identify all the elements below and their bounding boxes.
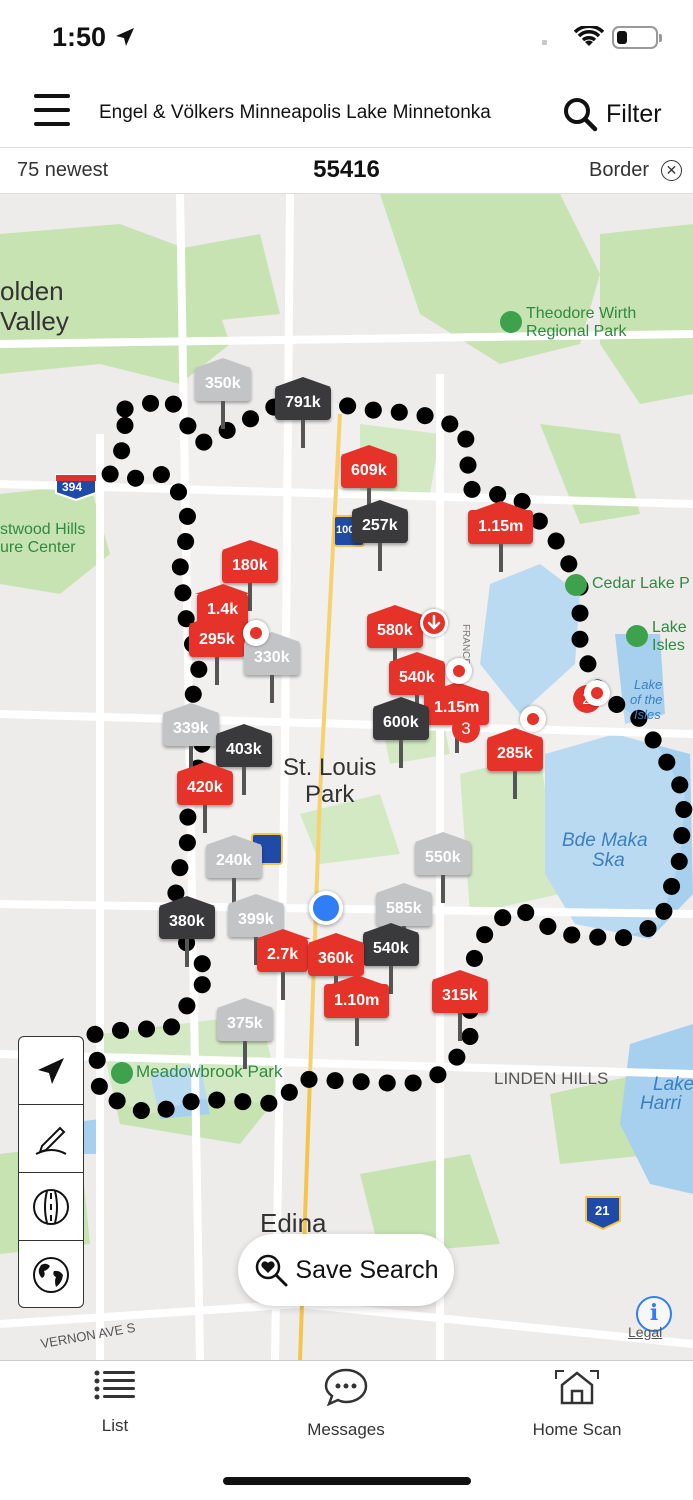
listing-pin[interactable]: 350k [194, 358, 251, 429]
listing-pin[interactable]: 180k [221, 540, 278, 611]
listing-pin[interactable]: 295k [188, 614, 245, 685]
listing-pin[interactable]: 550k [414, 832, 471, 903]
open-house-marker[interactable] [520, 706, 546, 732]
park-icon [111, 1062, 133, 1084]
cluster-count-badge[interactable]: 3 [452, 715, 480, 743]
open-house-marker[interactable] [584, 680, 610, 706]
locate-me-button[interactable] [19, 1037, 83, 1105]
listing-pin[interactable]: 375k [216, 998, 273, 1069]
place-ska: Ska [592, 850, 625, 871]
clear-border-icon[interactable]: ✕ [661, 160, 682, 181]
listing-pin[interactable]: 339k [162, 703, 219, 774]
listing-pin[interactable]: 380k [158, 896, 215, 967]
park-icon [500, 311, 522, 333]
listing-pin[interactable]: 360k [307, 933, 364, 1004]
current-location-dot [309, 891, 343, 925]
status-time: 1:50 [52, 22, 107, 52]
place-lake-isles-2: Isles [652, 637, 685, 654]
navigation-arrow-icon [38, 1057, 64, 1084]
tab-messages-label: Messages [307, 1420, 385, 1439]
save-search-label: Save Search [295, 1255, 439, 1284]
open-house-marker[interactable] [446, 658, 472, 684]
highway-21: 21 [595, 1203, 610, 1218]
listing-pin[interactable]: 540k [362, 923, 419, 994]
wifi-icon [574, 26, 604, 46]
place-valley: Valley [0, 306, 69, 336]
listing-pin[interactable]: 791k [274, 377, 331, 448]
place-lake-of-2: of the [630, 692, 663, 707]
signal-icon [542, 40, 547, 45]
home-scan-icon [555, 1370, 599, 1405]
menu-icon[interactable] [34, 94, 70, 126]
road-icon [33, 1188, 69, 1225]
listing-pin[interactable]: 600k [372, 697, 429, 768]
listing-pin[interactable]: 285k [486, 728, 543, 799]
place-lake-of-3: Isles [634, 707, 661, 722]
commute-mode-button[interactable] [19, 1173, 83, 1241]
draw-boundary-button[interactable] [19, 1105, 83, 1173]
place-theodore-wirth: Theodore Wirth [526, 305, 637, 322]
home-indicator [223, 1477, 471, 1485]
place-golden-valley: olden [0, 276, 64, 306]
place-st-louis: St. Louis [283, 754, 377, 781]
place-lake-of-1: Lake [634, 677, 663, 692]
map-tools [18, 1036, 84, 1308]
border-label[interactable]: Border [589, 159, 649, 182]
listing-pin[interactable]: 1.15m [468, 501, 534, 572]
heart-search-icon [256, 1254, 288, 1287]
search-icon [564, 98, 598, 132]
place-lake-harriet-2: Harri [640, 1093, 682, 1114]
place-bde-maka: Bde Maka [562, 830, 648, 851]
open-house-marker[interactable] [243, 620, 269, 646]
listing-pin[interactable]: 315k [431, 970, 488, 1041]
place-linden-hills: LINDEN HILLS [494, 1069, 609, 1088]
app-header: Engel & Völkers Minneapolis Lake Minneto… [0, 76, 693, 148]
place-st-louis-park: Park [305, 781, 355, 808]
tab-home-scan-label: Home Scan [532, 1420, 622, 1439]
filter-label: Filter [606, 99, 662, 128]
location-arrow-icon [116, 28, 134, 46]
map-view[interactable]: olden Valley Theodore Wirth Regional Par… [0, 194, 693, 1360]
filter-button[interactable]: Filter [562, 96, 662, 132]
search-summary-bar: 75 newest 55416 Border ✕ [0, 148, 693, 194]
status-bar: 1:50 [0, 0, 693, 76]
place-cedar-lake: Cedar Lake P [592, 575, 690, 592]
list-icon [94, 1370, 135, 1400]
listing-pin[interactable]: 420k [176, 762, 233, 833]
chat-bubble-icon [324, 1368, 368, 1407]
listing-pin[interactable]: 1.10m [324, 975, 390, 1046]
place-lake-isles-1: Lake [652, 619, 687, 636]
listing-pin[interactable]: 585k [375, 883, 432, 954]
price-drop-icon[interactable] [420, 609, 448, 637]
place-regional-park: Regional Park [526, 323, 627, 340]
brokerage-title: Engel & Völkers Minneapolis Lake Minneto… [99, 102, 491, 123]
tab-messages[interactable]: Messages [266, 1367, 426, 1440]
listing-pin[interactable]: 330k [243, 632, 300, 703]
tab-list[interactable]: List [35, 1367, 195, 1436]
listing-pin[interactable]: 257k [351, 500, 408, 571]
battery-icon [612, 26, 662, 49]
highway-394: 394 [62, 480, 83, 494]
listing-pin[interactable]: 240k [205, 835, 262, 906]
park-icon [626, 625, 648, 647]
park-icon [565, 574, 587, 596]
place-center: ure Center [0, 539, 76, 556]
globe-icon [33, 1257, 69, 1293]
listing-pin[interactable]: 609k [340, 445, 397, 516]
listing-pin[interactable]: 2.7k [254, 929, 311, 1000]
place-westwood: stwood Hills [0, 521, 86, 538]
listing-pin[interactable]: 580k [366, 605, 423, 676]
pencil-icon [35, 1126, 67, 1155]
map-layers-button[interactable] [19, 1241, 83, 1309]
tab-list-label: List [101, 1416, 129, 1435]
tab-home-scan[interactable]: Home Scan [497, 1367, 657, 1440]
legal-link[interactable]: Legal [628, 1324, 662, 1340]
place-meadowbrook: Meadowbrook Park [136, 1062, 283, 1081]
save-search-button[interactable]: Save Search [238, 1234, 454, 1306]
